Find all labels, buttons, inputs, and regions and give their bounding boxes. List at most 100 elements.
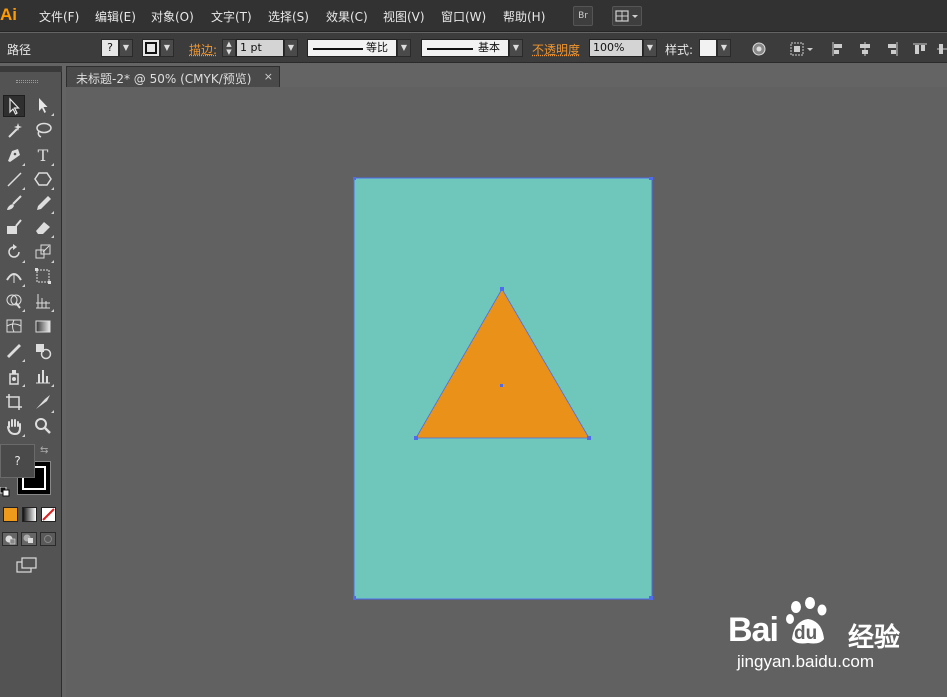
align-horizontal-center-icon[interactable] <box>857 41 873 57</box>
magic-wand-tool[interactable] <box>3 120 25 142</box>
anchor-point[interactable] <box>500 287 504 291</box>
anchor-point[interactable] <box>649 177 653 180</box>
column-graph-tool[interactable] <box>32 366 54 388</box>
mesh-tool[interactable] <box>3 316 25 338</box>
direct-selection-tool[interactable] <box>32 95 54 117</box>
perspective-grid-icon <box>36 294 50 309</box>
stroke-label[interactable]: 描边: <box>189 41 217 58</box>
selection-arrow-icon <box>9 97 20 115</box>
menu-view[interactable]: 视图(V) <box>383 8 425 25</box>
menu-effect[interactable]: 效果(C) <box>326 8 368 25</box>
center-point <box>500 384 503 387</box>
perspective-grid-tool[interactable] <box>32 291 54 313</box>
brush-dropdown[interactable]: ▼ <box>509 39 523 57</box>
stroke-weight-field[interactable]: 1 pt <box>236 39 284 57</box>
scale-icon <box>35 244 51 259</box>
arrange-documents-button[interactable] <box>612 6 642 26</box>
blob-brush-icon <box>7 219 22 234</box>
align-vertical-center-icon[interactable] <box>936 41 947 57</box>
menu-select[interactable]: 选择(S) <box>268 8 309 25</box>
graphic-style-dropdown[interactable]: ▼ <box>717 39 731 57</box>
anchor-point[interactable] <box>353 177 356 180</box>
free-transform-tool[interactable] <box>32 266 54 288</box>
polygon-tool[interactable] <box>32 169 54 191</box>
lasso-icon <box>36 122 52 138</box>
stroke-weight-stepper[interactable]: ▲ ▼ <box>222 39 236 57</box>
default-fill-stroke-icon[interactable] <box>0 486 10 497</box>
hand-tool[interactable] <box>3 416 25 438</box>
stroke-weight-dropdown[interactable]: ▼ <box>284 39 298 57</box>
menu-object[interactable]: 对象(O) <box>151 8 194 25</box>
artboard-tool[interactable] <box>3 392 25 414</box>
document-tab-title: 未标题-2* @ 50% (CMYK/预览) <box>76 72 252 86</box>
gradient-tool[interactable] <box>32 316 54 338</box>
eyedropper-tool[interactable] <box>3 341 25 363</box>
eraser-tool[interactable] <box>32 217 54 239</box>
blend-tool[interactable] <box>32 341 54 363</box>
menu-window[interactable]: 窗口(W) <box>441 8 486 25</box>
draw-behind-button[interactable] <box>21 532 37 546</box>
pen-tool[interactable] <box>3 145 25 167</box>
eyedropper-icon <box>7 344 21 358</box>
width-tool[interactable] <box>3 266 25 288</box>
watermark-url: jingyan.baidu.com <box>737 652 875 671</box>
selection-type-label: 路径 <box>7 43 32 57</box>
artboard[interactable] <box>353 177 653 601</box>
symbol-sprayer-tool[interactable] <box>3 366 25 388</box>
type-tool[interactable]: T <box>32 145 54 167</box>
style-label: 样式: <box>665 43 694 57</box>
menu-type[interactable]: 文字(T) <box>211 8 252 25</box>
gradient-mode-button[interactable] <box>22 507 37 522</box>
align-to-selection-icon[interactable] <box>789 41 815 57</box>
document-tab[interactable]: 未标题-2* @ 50% (CMYK/预览) × <box>66 66 280 87</box>
opacity-field[interactable]: 100% <box>589 39 643 57</box>
anchor-point[interactable] <box>414 436 418 440</box>
none-mode-button[interactable] <box>41 507 56 522</box>
zoom-tool[interactable] <box>32 416 54 438</box>
paintbrush-icon <box>7 195 22 210</box>
direct-selection-arrow-icon <box>39 98 48 113</box>
fill-dropdown[interactable]: ▼ <box>119 39 133 57</box>
watermark-logo-text: Bai <box>728 611 779 649</box>
pencil-tool[interactable] <box>32 193 54 215</box>
stroke-dropdown[interactable]: ▼ <box>160 39 174 57</box>
align-left-icon[interactable] <box>830 41 846 57</box>
scale-tool[interactable] <box>32 242 54 264</box>
menu-edit[interactable]: 编辑(E) <box>95 8 136 25</box>
fill-swatch[interactable]: ? <box>101 39 119 57</box>
anchor-point[interactable] <box>587 436 591 440</box>
rotate-tool[interactable] <box>3 242 25 264</box>
watermark-jingyan-text: 经验 <box>848 623 901 653</box>
stroke-swatch[interactable] <box>142 39 160 57</box>
profile-dropdown[interactable]: ▼ <box>397 39 411 57</box>
swap-fill-stroke-icon[interactable]: ⇆ <box>40 445 54 457</box>
shape-builder-icon <box>6 294 22 309</box>
opacity-label[interactable]: 不透明度 <box>532 41 580 58</box>
menu-file[interactable]: 文件(F) <box>39 8 79 25</box>
tools-panel-grip[interactable] <box>16 80 38 83</box>
menu-help[interactable]: 帮助(H) <box>503 8 545 25</box>
change-screen-mode-button[interactable] <box>15 556 39 574</box>
align-right-icon[interactable] <box>884 41 900 57</box>
selection-tool[interactable] <box>3 95 25 117</box>
shape-builder-tool[interactable] <box>3 291 25 313</box>
anchor-point[interactable] <box>649 596 653 600</box>
paintbrush-tool[interactable] <box>3 193 25 215</box>
bridge-button[interactable]: Br <box>573 6 593 26</box>
draw-normal-button[interactable] <box>2 532 18 546</box>
anchor-point[interactable] <box>353 596 356 600</box>
close-icon[interactable]: × <box>264 70 273 83</box>
graphic-style-swatch[interactable] <box>699 39 717 57</box>
line-segment-icon <box>7 172 22 187</box>
blob-brush-tool[interactable] <box>3 217 25 239</box>
recolor-artwork-icon[interactable] <box>751 41 767 57</box>
draw-inside-button[interactable] <box>40 532 56 546</box>
slice-tool[interactable] <box>32 392 54 414</box>
symbol-sprayer-icon <box>9 370 19 385</box>
align-top-icon[interactable] <box>912 41 928 57</box>
lasso-tool[interactable] <box>32 120 54 142</box>
opacity-dropdown[interactable]: ▼ <box>643 39 657 57</box>
line-segment-tool[interactable] <box>3 169 25 191</box>
fill-indicator[interactable]: ? <box>0 444 35 478</box>
color-mode-button[interactable] <box>3 507 18 522</box>
